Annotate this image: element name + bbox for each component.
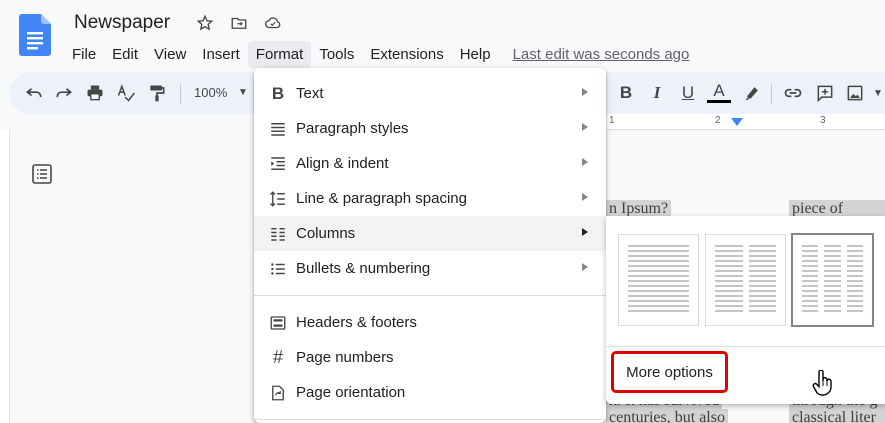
underline-button[interactable]: U <box>676 81 700 105</box>
menu-item-label: Headers & footers <box>296 314 417 331</box>
submenu-arrow-icon <box>582 158 588 166</box>
submenu-arrow-icon <box>582 193 588 201</box>
paragraph-styles-icon <box>268 119 288 139</box>
menu-item-label: Line & paragraph spacing <box>296 190 467 207</box>
menu-tools[interactable]: Tools <box>311 41 362 68</box>
menu-view[interactable]: View <box>146 41 194 68</box>
submenu-arrow-icon <box>582 263 588 271</box>
menu-divider <box>254 295 606 296</box>
spellcheck-icon[interactable] <box>114 81 138 105</box>
menu-extensions[interactable]: Extensions <box>362 41 451 68</box>
more-options-button[interactable]: More options <box>611 351 728 393</box>
more-options-label: More options <box>626 363 713 381</box>
indent-marker-icon[interactable] <box>731 118 743 128</box>
menu-format[interactable]: Format <box>247 40 312 68</box>
toolbar-separator <box>180 84 181 104</box>
columns-icon <box>268 224 288 244</box>
menu-item-label: Paragraph styles <box>296 120 409 137</box>
two-column-preset[interactable] <box>705 234 786 326</box>
menu-help[interactable]: Help <box>452 41 499 68</box>
star-icon[interactable] <box>194 12 216 34</box>
document-outline-icon[interactable] <box>30 162 54 186</box>
zoom-select[interactable]: 100% <box>194 82 227 104</box>
menu-item-label: Columns <box>296 225 356 242</box>
format-menu-line-spacing[interactable]: Line & paragraph spacing <box>254 181 606 216</box>
undo-icon[interactable] <box>22 81 46 105</box>
cloud-saved-icon[interactable] <box>262 12 284 34</box>
format-menu-text[interactable]: B Text <box>254 76 606 111</box>
docs-logo-icon[interactable] <box>19 14 51 56</box>
chevron-down-icon[interactable]: ▼ <box>238 82 248 104</box>
chevron-down-icon[interactable]: ▼ <box>866 81 885 105</box>
bold-icon: B <box>271 83 285 103</box>
menu-edit[interactable]: Edit <box>104 41 146 68</box>
menu-bar: File Edit View Insert Format Tools Exten… <box>64 40 689 68</box>
print-icon[interactable] <box>83 81 107 105</box>
hand-cursor-icon <box>812 370 832 396</box>
headers-footers-icon <box>268 313 288 333</box>
bullets-icon <box>268 259 288 279</box>
format-menu-bullets[interactable]: Bullets & numbering <box>254 251 606 286</box>
last-edit-link[interactable]: Last edit was seconds ago <box>513 46 690 63</box>
insert-image-icon[interactable] <box>843 81 867 105</box>
ruler-number: 1 <box>609 115 615 126</box>
one-column-preset[interactable] <box>618 234 699 326</box>
link-icon[interactable] <box>781 81 805 105</box>
page-orientation-icon <box>268 383 288 403</box>
add-comment-icon[interactable] <box>813 81 837 105</box>
menu-item-label: Text <box>296 85 324 102</box>
hash-icon: # <box>272 347 283 367</box>
toolbar-separator <box>771 84 772 104</box>
format-menu-paragraph-styles[interactable]: Paragraph styles <box>254 111 606 146</box>
format-menu-align-indent[interactable]: Align & indent <box>254 146 606 181</box>
italic-button[interactable]: I <box>645 81 669 105</box>
submenu-divider <box>606 346 885 347</box>
document-text: centuries, but also <box>606 409 728 423</box>
menu-item-label: Page orientation <box>296 384 406 401</box>
format-menu-page-numbers[interactable]: # Page numbers <box>254 340 606 375</box>
menu-item-label: Align & indent <box>296 155 389 172</box>
format-menu: B Text Paragraph styles Align & indent L… <box>254 68 606 423</box>
menu-file[interactable]: File <box>64 41 104 68</box>
move-folder-icon[interactable] <box>228 12 250 34</box>
bold-button[interactable]: B <box>614 81 638 105</box>
submenu-arrow-icon <box>582 88 588 96</box>
columns-submenu: More options <box>606 216 885 404</box>
menu-insert[interactable]: Insert <box>194 41 248 68</box>
redo-icon[interactable] <box>52 81 76 105</box>
vertical-ruler <box>0 130 10 423</box>
format-menu-page-orientation[interactable]: Page orientation <box>254 375 606 410</box>
menu-divider <box>254 419 606 420</box>
submenu-arrow-icon <box>582 123 588 131</box>
highlight-icon[interactable] <box>740 81 764 105</box>
menu-item-label: Bullets & numbering <box>296 260 431 277</box>
ruler-number: 3 <box>820 115 826 126</box>
line-spacing-icon <box>268 189 288 209</box>
horizontal-ruler[interactable]: 1 2 3 <box>605 114 885 130</box>
format-menu-headers-footers[interactable]: Headers & footers <box>254 305 606 340</box>
submenu-arrow-icon <box>582 228 588 236</box>
ruler-number: 2 <box>715 115 721 126</box>
paint-format-icon[interactable] <box>145 81 169 105</box>
document-title[interactable]: Newspaper <box>74 10 170 36</box>
three-column-preset[interactable] <box>791 233 874 327</box>
menu-item-label: Page numbers <box>296 349 394 366</box>
format-menu-columns[interactable]: Columns <box>254 216 606 251</box>
document-text: classical liter <box>789 409 885 423</box>
text-color-button[interactable]: A <box>707 81 731 103</box>
align-indent-icon <box>268 154 288 174</box>
